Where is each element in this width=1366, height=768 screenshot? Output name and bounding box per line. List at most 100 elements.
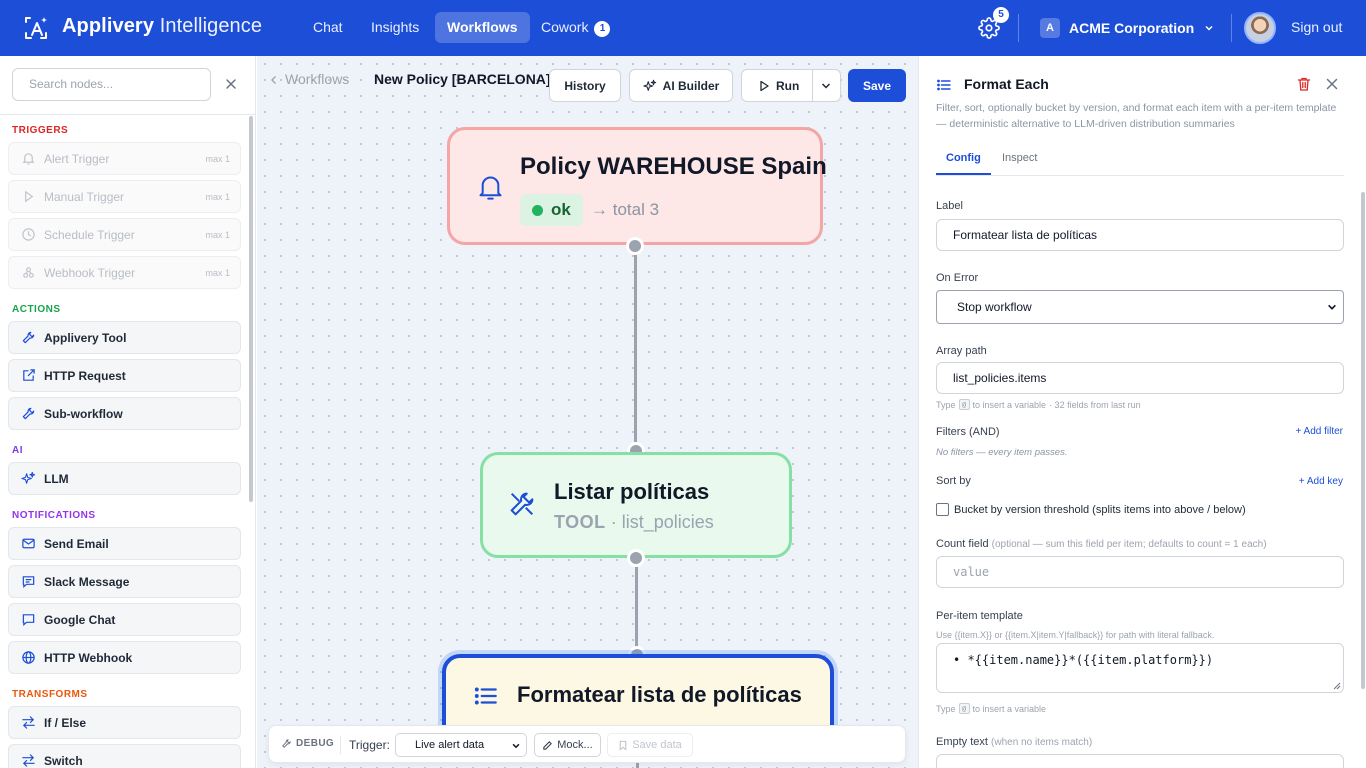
status-text: ok xyxy=(551,200,571,219)
output-port[interactable] xyxy=(626,237,644,255)
workflow-node-trigger[interactable]: Policy WAREHOUSE Spain ok → total 3 xyxy=(447,127,827,245)
nav-cowork[interactable]: Cowork 1 xyxy=(529,12,622,43)
workflow-canvas[interactable]: Workflows New Policy [BARCELONA] History… xyxy=(257,56,918,768)
node-palette-sidebar: Search nodes... TRIGGERS Alert Trigger m… xyxy=(0,56,256,768)
bucket-checkbox-label: Bucket by version threshold (splits item… xyxy=(954,503,1246,516)
debug-toolbar: DEBUG Trigger: Live alert data Mock... S… xyxy=(268,725,906,763)
sidebar-item-http-webhook[interactable]: HTTP Webhook xyxy=(8,641,241,674)
array-path-hint: Type @ to insert a variable · 32 fields … xyxy=(936,399,1141,410)
status-dot xyxy=(532,204,543,216)
close-icon[interactable] xyxy=(224,77,238,91)
sparkle-icon xyxy=(21,471,36,484)
cowork-count-badge: 1 xyxy=(594,21,611,37)
bell-icon xyxy=(22,153,35,165)
ai-builder-button[interactable]: AI Builder xyxy=(629,69,733,102)
sidebar-item-llm[interactable]: LLM xyxy=(8,462,241,495)
topbar-divider xyxy=(1231,14,1232,42)
history-button[interactable]: History xyxy=(549,69,621,102)
play-icon xyxy=(25,190,34,203)
template-value: • *{{item.name}}*({{item.platform}}) xyxy=(953,653,1214,667)
play-icon xyxy=(760,80,769,91)
template-insert-hint: Type @ to insert a variable xyxy=(936,703,1046,714)
sort-by-label: Sort by xyxy=(936,475,971,487)
chevron-down-icon xyxy=(1328,304,1336,310)
resize-handle-icon[interactable] xyxy=(1333,682,1341,690)
section-label-ai: AI xyxy=(12,445,23,456)
hint-fields-count: · 32 fields from last run xyxy=(1049,399,1141,410)
wrench-icon xyxy=(510,492,534,516)
sidebar-item-label: Applivery Tool xyxy=(44,330,127,345)
mock-button[interactable]: Mock... xyxy=(534,733,601,757)
filters-empty-text: No filters — every item passes. xyxy=(936,447,1068,458)
save-button[interactable]: Save xyxy=(848,69,906,102)
node-subtitle: TOOL · list_policies xyxy=(554,512,714,533)
list-icon xyxy=(937,79,951,91)
label-input[interactable]: Formatear lista de políticas xyxy=(936,219,1344,251)
count-field-input[interactable]: value xyxy=(936,556,1344,588)
chevron-down-icon[interactable] xyxy=(820,80,832,92)
run-split-divider xyxy=(812,70,813,101)
panel-scrollbar[interactable] xyxy=(1361,192,1365,689)
panel-tabs: Config Inspect xyxy=(936,148,1344,176)
message-icon xyxy=(22,576,35,588)
workflow-title: New Policy [BARCELONA] xyxy=(374,71,551,87)
on-error-select[interactable]: Stop workflow xyxy=(936,290,1344,324)
bucket-checkbox-row[interactable]: Bucket by version threshold (splits item… xyxy=(936,503,1246,516)
count-field-label: Count field (optional — sum this field p… xyxy=(936,538,1267,550)
per-item-template-input[interactable]: • *{{item.name}}*({{item.platform}}) xyxy=(936,643,1344,693)
tab-config[interactable]: Config xyxy=(936,152,991,175)
sign-out-link[interactable]: Sign out xyxy=(1291,19,1342,35)
organization-selector[interactable]: A ACME Corporation xyxy=(1040,17,1215,39)
edge-connector xyxy=(634,246,637,452)
add-key-link[interactable]: + Add key xyxy=(1299,476,1343,487)
sidebar-item-send-email[interactable]: Send Email xyxy=(8,527,241,560)
sidebar-item-applivery-tool[interactable]: Applivery Tool xyxy=(8,321,241,354)
sidebar-item-http-request[interactable]: HTTP Request xyxy=(8,359,241,392)
sidebar-item-slack-message[interactable]: Slack Message xyxy=(8,565,241,598)
empty-text-label-text: Empty text xyxy=(936,736,988,748)
trigger-source-select[interactable]: Live alert data xyxy=(395,733,527,757)
sidebar-item-google-chat[interactable]: Google Chat xyxy=(8,603,241,636)
output-port[interactable] xyxy=(627,549,645,567)
bucket-checkbox[interactable] xyxy=(936,503,949,516)
nav-insights[interactable]: Insights xyxy=(359,12,431,43)
search-nodes-input[interactable]: Search nodes... xyxy=(12,68,211,101)
organization-name: ACME Corporation xyxy=(1069,20,1195,36)
mock-label: Mock... xyxy=(557,739,593,751)
bookmark-icon xyxy=(619,740,627,751)
empty-text-label: Empty text (when no items match) xyxy=(936,736,1092,748)
sidebar-item-schedule-trigger: Schedule Trigger max 1 xyxy=(8,218,241,251)
sidebar-item-if-else[interactable]: If / Else xyxy=(8,706,241,739)
status-badge: ok xyxy=(520,194,583,226)
filters-label: Filters (AND) xyxy=(936,426,1000,438)
sidebar-item-alert-trigger: Alert Trigger max 1 xyxy=(8,142,241,175)
sidebar-item-label: HTTP Request xyxy=(44,368,126,383)
at-key-hint: @ xyxy=(958,703,970,714)
sidebar-scrollbar[interactable] xyxy=(249,116,253,502)
nav-workflows[interactable]: Workflows xyxy=(435,12,530,43)
wrench-icon xyxy=(22,407,35,420)
max-count-label: max 1 xyxy=(205,267,230,278)
sidebar-item-switch[interactable]: Switch xyxy=(8,744,241,768)
hint-text: Type xyxy=(936,399,956,410)
user-avatar[interactable] xyxy=(1244,12,1276,44)
workflow-node-tool[interactable]: Listar políticas TOOL · list_policies xyxy=(480,452,792,558)
section-label-triggers: TRIGGERS xyxy=(12,125,69,136)
webhook-icon xyxy=(23,267,34,278)
template-syntax-hint: Use {{item.X}} or {{item.X|item.Y|fallba… xyxy=(936,630,1215,640)
nav-cowork-label: Cowork xyxy=(541,19,589,35)
sidebar-item-label: If / Else xyxy=(44,715,87,730)
brand-name-light: Intelligence xyxy=(159,15,263,37)
count-field-label-text: Count field xyxy=(936,538,989,550)
nav-chat[interactable]: Chat xyxy=(301,12,355,43)
edge-connector xyxy=(635,558,638,655)
close-icon[interactable] xyxy=(1325,77,1339,91)
trash-icon[interactable] xyxy=(1296,76,1312,92)
sidebar-item-sub-workflow[interactable]: Sub-workflow xyxy=(8,397,241,430)
breadcrumb[interactable]: Workflows xyxy=(269,71,349,87)
array-path-input[interactable]: list_policies.items xyxy=(936,362,1344,394)
empty-text-input[interactable] xyxy=(936,754,1344,768)
at-key-hint: @ xyxy=(958,399,970,410)
tab-inspect[interactable]: Inspect xyxy=(1002,152,1037,164)
add-filter-link[interactable]: + Add filter xyxy=(1295,426,1343,437)
